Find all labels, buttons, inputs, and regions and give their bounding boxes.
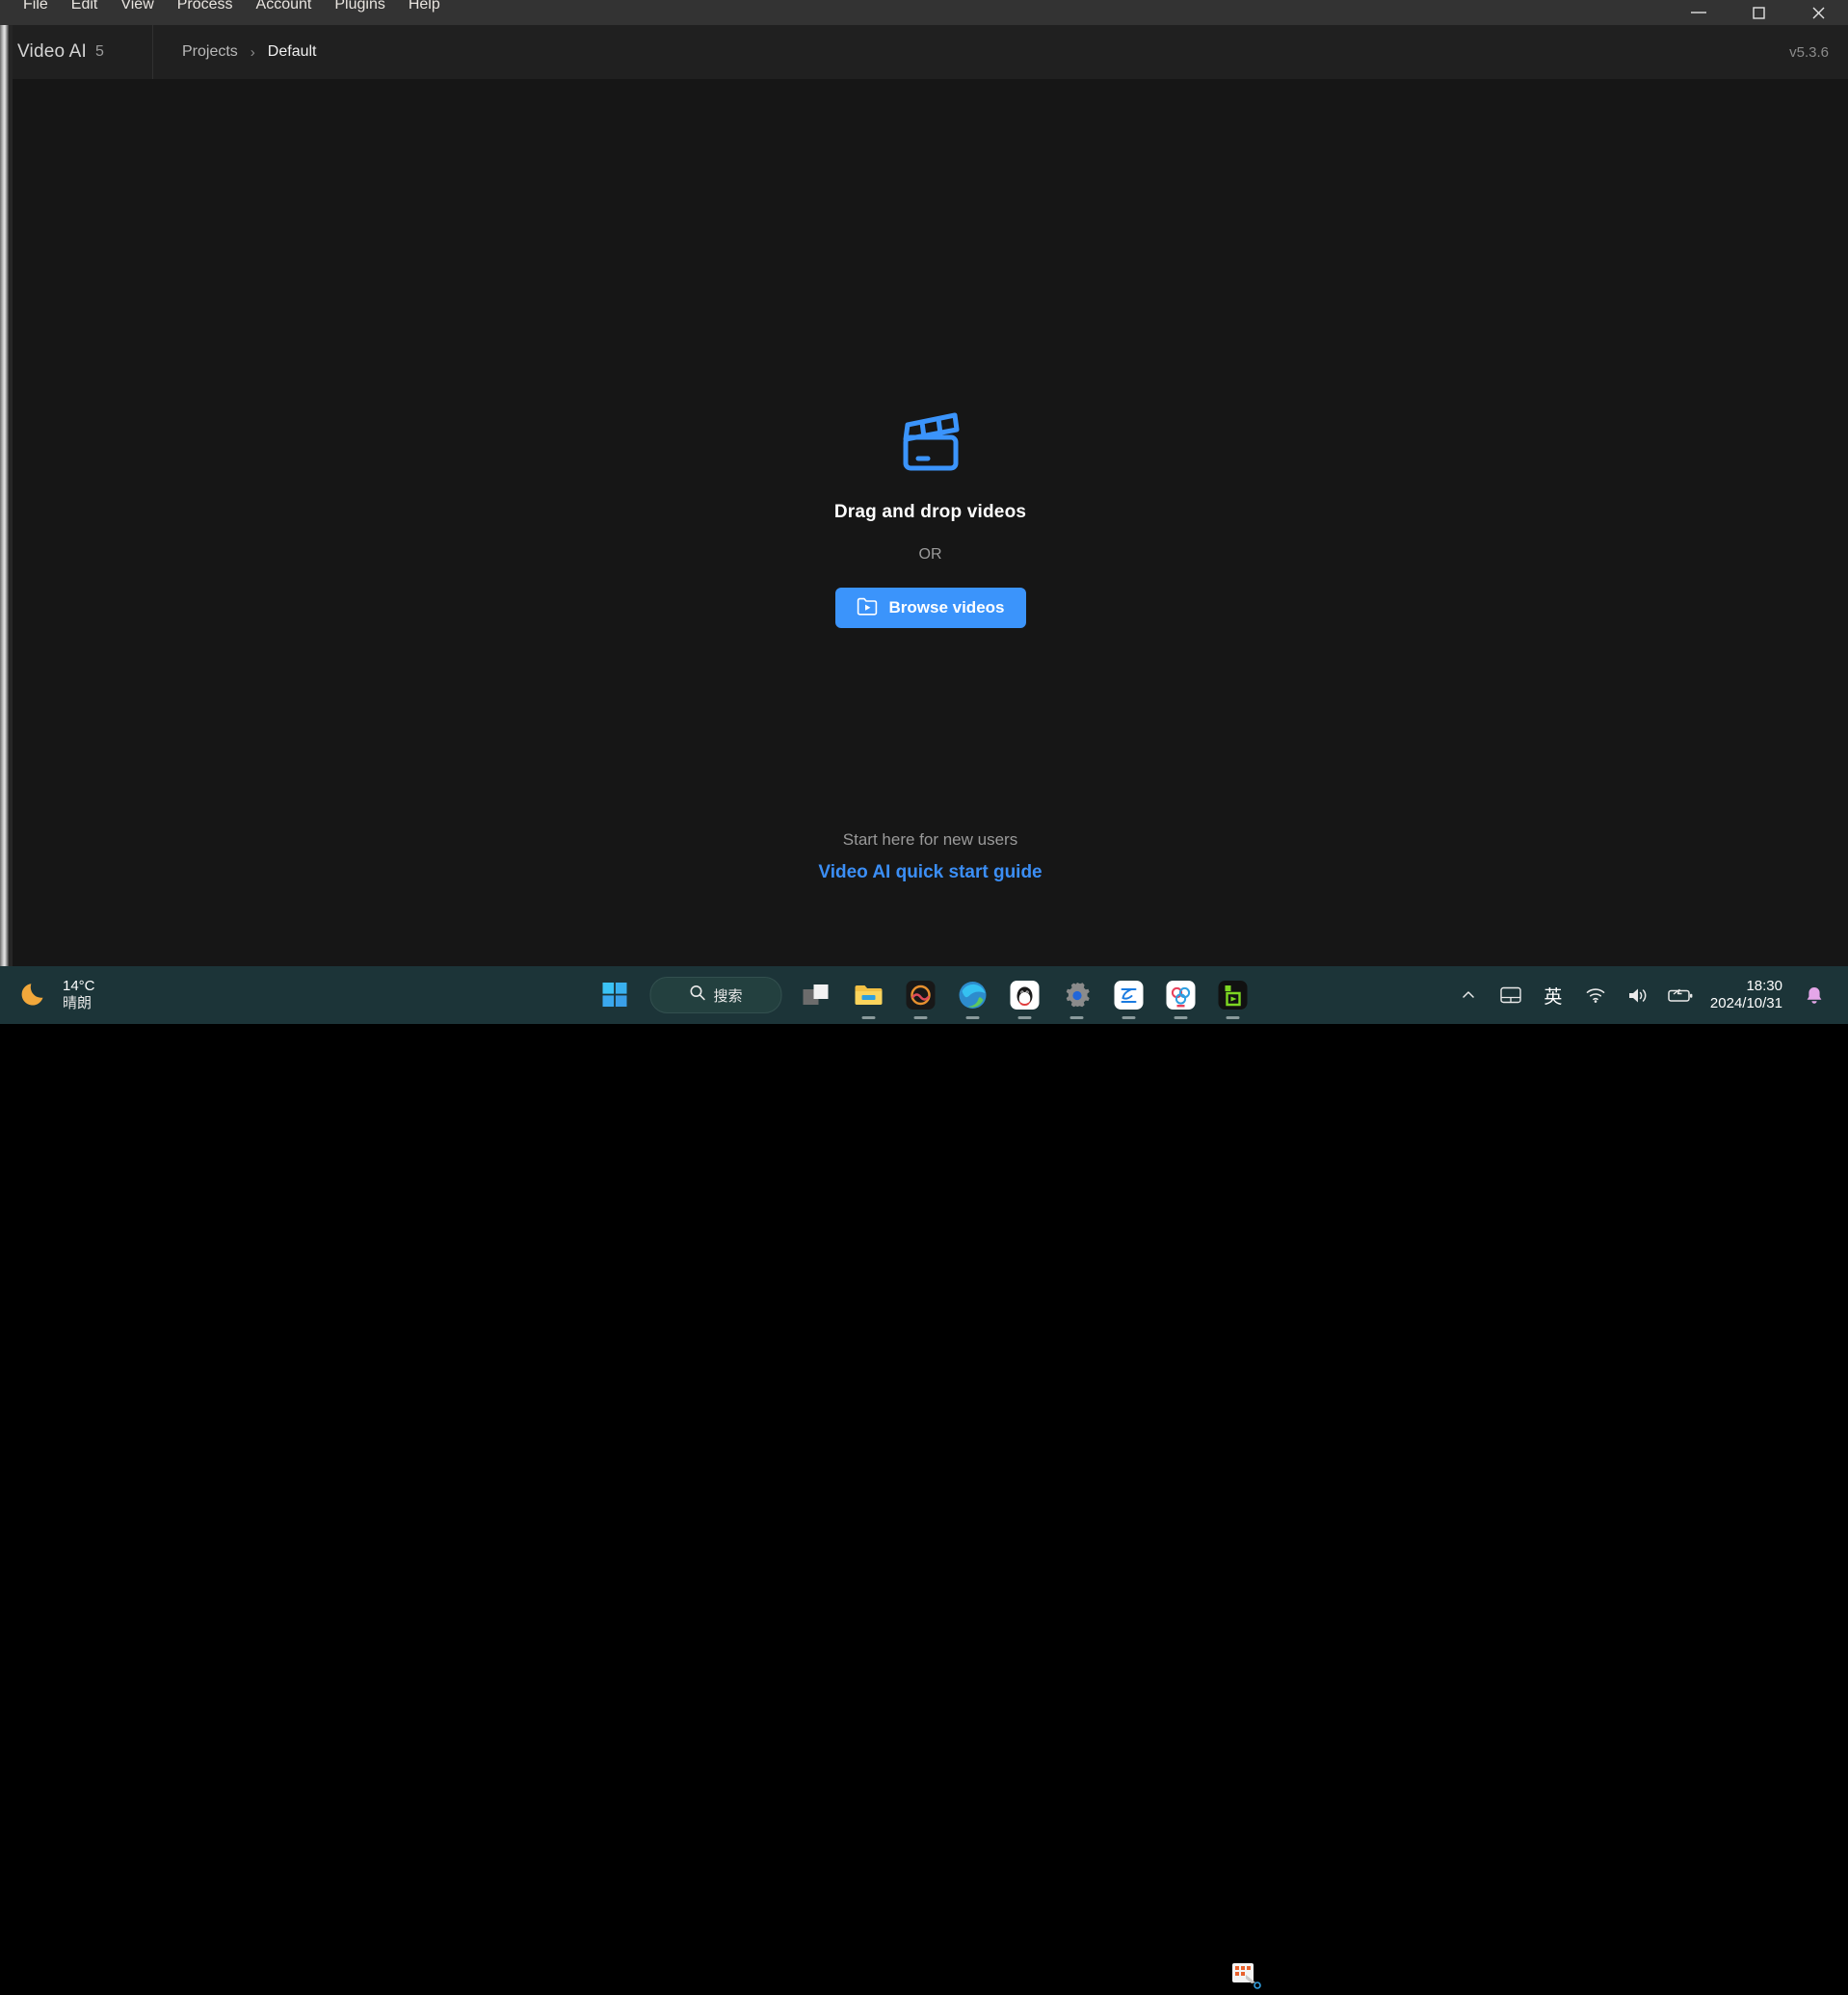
system-tray: 英 — [1448, 966, 1848, 1024]
clock-time: 18:30 — [1746, 978, 1782, 995]
bell-icon[interactable] — [1794, 975, 1835, 1015]
menu-item-file[interactable]: File — [12, 0, 60, 17]
or-separator-label: OR — [919, 546, 942, 564]
breadcrumb-item-default[interactable]: Default — [268, 43, 317, 61]
moon-icon — [21, 979, 50, 1012]
minimize-button[interactable] — [1669, 0, 1729, 25]
topaz-labs-icon[interactable] — [895, 969, 947, 1021]
menu-item-edit[interactable]: Edit — [60, 0, 110, 17]
topaz-video-ai-window: File Edit View Process Account Plugins H… — [0, 0, 1848, 966]
drop-title: Drag and drop videos — [834, 502, 1026, 523]
volume-icon[interactable] — [1618, 975, 1658, 1015]
task-view-icon[interactable] — [791, 969, 843, 1021]
quick-start-guide-link[interactable]: Video AI quick start guide — [818, 862, 1042, 883]
weather-text: 14°C 晴朗 — [63, 978, 95, 1011]
ime-language-icon[interactable]: 英 — [1533, 975, 1573, 1015]
footer-links: Start here for new users Video AI quick … — [13, 830, 1848, 883]
maximize-button[interactable] — [1729, 0, 1788, 25]
weather-widget[interactable]: 14°C 晴朗 — [21, 978, 95, 1011]
version-label: v5.3.6 — [1789, 44, 1829, 61]
menu-item-view[interactable]: View — [109, 0, 165, 17]
topaz-video-ai-icon[interactable] — [1207, 969, 1259, 1021]
windows-taskbar: 14°C 晴朗 搜索 — [0, 966, 1848, 1024]
battery-icon[interactable] — [1660, 975, 1701, 1015]
window-controls — [1669, 0, 1848, 25]
clock-date: 2024/10/31 — [1710, 995, 1782, 1012]
microsoft-edge-icon[interactable] — [947, 969, 999, 1021]
search-icon — [689, 984, 705, 1006]
chevron-right-icon: › — [251, 44, 255, 61]
browse-videos-button[interactable]: Browse videos — [835, 588, 1026, 628]
browse-videos-label: Browse videos — [889, 598, 1005, 617]
menu-item-help[interactable]: Help — [397, 0, 452, 17]
breadcrumb: Projects › Default — [153, 43, 317, 61]
gaoding-icon[interactable] — [1103, 969, 1155, 1021]
new-users-hint: Start here for new users — [843, 830, 1017, 850]
product-badge[interactable]: Video AI 5 — [13, 25, 153, 79]
menu-item-account[interactable]: Account — [245, 0, 324, 17]
ime-language-label: 英 — [1544, 983, 1562, 1009]
file-explorer-icon[interactable] — [843, 969, 895, 1021]
weather-condition: 晴朗 — [63, 995, 95, 1012]
video-drop-area[interactable]: Drag and drop videos OR Browse videos St… — [13, 79, 1848, 966]
touchpad-icon[interactable] — [1491, 975, 1531, 1015]
qq-icon[interactable] — [999, 969, 1051, 1021]
product-major-version: 5 — [95, 43, 104, 61]
taskbar-app-strip: 搜索 — [590, 966, 1259, 1024]
title-bar: File Edit View Process Account Plugins H… — [0, 0, 1848, 25]
windows-start-icon[interactable] — [590, 969, 642, 1021]
settings-gear-icon[interactable] — [1051, 969, 1103, 1021]
folder-video-icon — [857, 597, 878, 618]
app-header: Video AI 5 Projects › Default v5.3.6 — [13, 25, 1848, 79]
snipping-tool-icon[interactable] — [1230, 1961, 1263, 1990]
taskbar-search-box[interactable]: 搜索 — [650, 977, 782, 1013]
taskbar-search-label: 搜索 — [713, 985, 742, 1006]
menu-item-plugins[interactable]: Plugins — [323, 0, 396, 17]
weather-temperature: 14°C — [63, 978, 95, 995]
product-name: Video AI — [17, 41, 87, 63]
breadcrumb-item-projects[interactable]: Projects — [182, 43, 238, 61]
window-left-border — [0, 25, 9, 966]
chevron-up-icon[interactable] — [1448, 975, 1489, 1015]
baidu-netdisk-icon[interactable] — [1155, 969, 1207, 1021]
menu-bar: File Edit View Process Account Plugins H… — [12, 0, 452, 25]
wifi-icon[interactable] — [1575, 975, 1616, 1015]
close-button[interactable] — [1788, 0, 1848, 25]
taskbar-clock[interactable]: 18:30 2024/10/31 — [1703, 978, 1792, 1012]
clapperboard-icon — [893, 407, 968, 481]
dropzone-content: Drag and drop videos OR Browse videos — [13, 407, 1848, 628]
menu-item-process[interactable]: Process — [166, 0, 245, 17]
